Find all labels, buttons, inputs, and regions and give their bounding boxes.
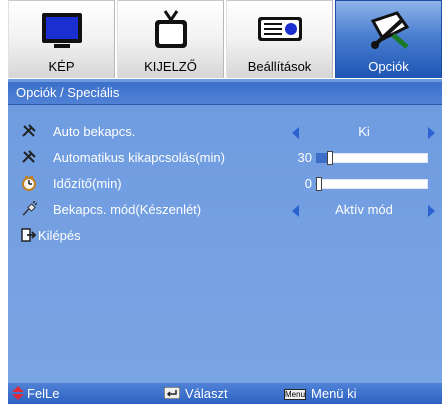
projector-icon	[257, 17, 302, 41]
section-header: Opciók / Speciális	[8, 82, 442, 105]
row-label: Auto bekapcs.	[53, 124, 136, 139]
tab-bar: KÉP KIJELZŐ Beállítások Opciók	[8, 0, 442, 78]
row-label: Automatikus kikapcsolás(min)	[53, 150, 225, 165]
tab-label: KÉP	[48, 59, 75, 74]
tools-icon	[370, 11, 409, 49]
enter-key-icon	[163, 386, 181, 400]
menu-key-icon: Menu	[284, 389, 307, 401]
row-label: Időzítő(min)	[53, 176, 122, 191]
row-value: 30	[297, 150, 312, 165]
slider-knob[interactable]	[316, 177, 322, 191]
row-auto-power-on[interactable]: Auto bekapcs. Ki	[8, 121, 442, 143]
tab-kep[interactable]: KÉP	[8, 0, 115, 78]
footer-nav-label: FelLe	[27, 386, 60, 401]
footer-select-label: Választ	[185, 386, 228, 401]
row-power-mode[interactable]: Bekapcs. mód(Készenlét) Aktív mód	[8, 199, 442, 221]
power-plug-icon	[22, 201, 37, 216]
projector-osd-menu: KÉP KIJELZŐ Beállítások Opciók Opciók / …	[8, 0, 442, 404]
tab-label: KIJELZŐ	[144, 59, 197, 74]
row-sleep-timer[interactable]: Időzítő(min) 0	[8, 173, 442, 195]
clock-icon	[22, 176, 36, 191]
tab-opciok[interactable]: Opciók	[335, 0, 442, 78]
tab-kijelzo[interactable]: KIJELZŐ	[117, 0, 224, 78]
row-value: Ki	[358, 124, 370, 139]
right-arrow-icon[interactable]	[428, 127, 435, 139]
tab-beallitasok[interactable]: Beállítások	[226, 0, 333, 78]
slider-track	[316, 179, 428, 189]
exit-icon	[21, 228, 37, 242]
tab-label: Opciók	[368, 59, 409, 74]
options-panel: Opciók / Speciális Auto bekapcs. Ki Auto…	[8, 79, 442, 383]
left-arrow-icon[interactable]	[292, 127, 299, 139]
auto-power-off-slider[interactable]	[316, 151, 428, 165]
monitor-icon	[41, 13, 82, 48]
sleep-timer-slider[interactable]	[316, 177, 428, 191]
wrench-icon	[22, 124, 36, 137]
footer-select: Választ	[163, 386, 228, 401]
wrench-icon	[22, 150, 36, 163]
slider-knob[interactable]	[327, 151, 333, 165]
footer-menu: Menu Menü ki	[284, 386, 357, 401]
row-label: Kilépés	[38, 228, 81, 243]
slider-fill	[316, 153, 327, 163]
row-exit[interactable]: Kilépés	[8, 225, 442, 247]
up-down-arrow-icon	[12, 386, 24, 400]
footer-menu-label: Menü ki	[311, 386, 357, 401]
row-value: 0	[304, 176, 312, 191]
tv-icon	[154, 10, 187, 48]
row-auto-power-off[interactable]: Automatikus kikapcsolás(min) 30	[8, 147, 442, 169]
footer-bar: FelLe Választ Menu Menü ki	[8, 383, 442, 404]
row-label: Bekapcs. mód(Készenlét)	[53, 202, 202, 217]
tab-label: Beállítások	[247, 59, 312, 74]
left-arrow-icon[interactable]	[292, 205, 299, 217]
row-value: Aktív mód	[335, 202, 393, 217]
right-arrow-icon[interactable]	[428, 205, 435, 217]
footer-nav: FelLe	[12, 386, 60, 401]
section-title: Opciók / Speciális	[16, 85, 120, 100]
